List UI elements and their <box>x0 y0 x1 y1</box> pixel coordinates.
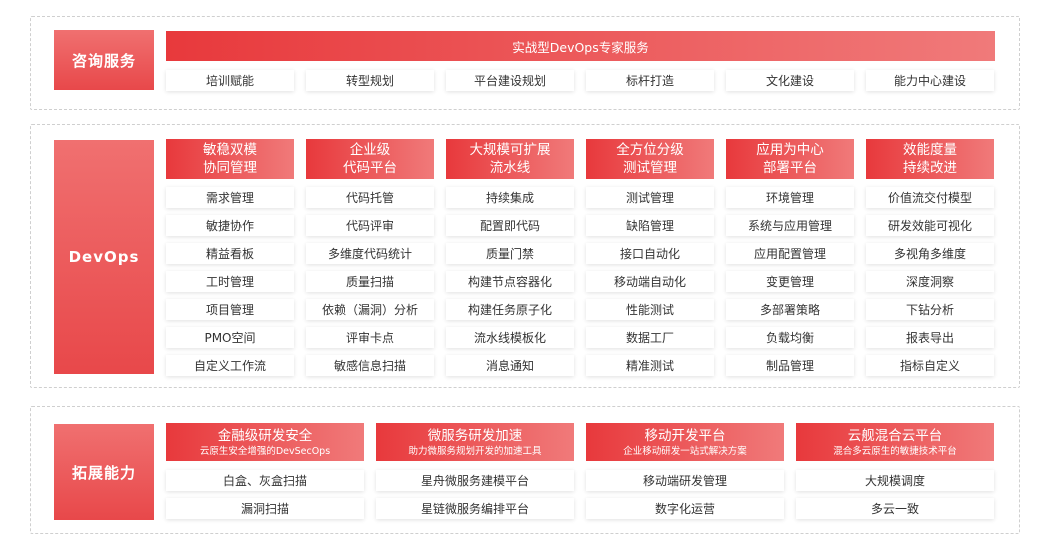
devops-item: 构建任务原子化 <box>446 299 574 320</box>
extension-item: 星舟微服务建模平台 <box>376 470 574 491</box>
devops-column-title-line: 协同管理 <box>203 160 257 176</box>
devops-item: 构建节点容器化 <box>446 271 574 292</box>
devops-item: 质量门禁 <box>446 243 574 264</box>
extension-column-title: 金融级研发安全 <box>217 427 313 444</box>
devops-item: 依赖（漏洞）分析 <box>306 299 434 320</box>
consulting-item: 能力中心建设 <box>866 70 994 91</box>
devops-label: DevOps <box>54 140 154 374</box>
devops-item: 负载均衡 <box>726 327 854 348</box>
extension-item: 多云一致 <box>796 498 994 519</box>
devops-item: 制品管理 <box>726 355 854 376</box>
devops-column-title-line: 测试管理 <box>623 160 677 176</box>
devops-column-title-line: 持续改进 <box>903 160 957 176</box>
extension-item: 移动端研发管理 <box>586 470 784 491</box>
devops-column-title-line: 应用为中心 <box>756 142 824 158</box>
devops-column-title-line: 代码平台 <box>343 160 397 176</box>
extension-item: 白盒、灰盒扫描 <box>166 470 364 491</box>
devops-column-title-line: 企业级 <box>349 142 391 158</box>
devops-item: 多视角多维度 <box>866 243 994 264</box>
devops-item: 性能测试 <box>586 299 714 320</box>
devops-item: 下钻分析 <box>866 299 994 320</box>
consulting-item: 转型规划 <box>306 70 434 91</box>
extension-item: 大规模调度 <box>796 470 994 491</box>
devops-column-title-line: 敏稳双模 <box>203 142 257 158</box>
devops-item: 多维度代码统计 <box>306 243 434 264</box>
devops-column-title-line: 大规模可扩展 <box>469 142 551 158</box>
devops-item: 测试管理 <box>586 187 714 208</box>
consulting-banner: 实战型DevOps专家服务 <box>166 31 995 61</box>
extension-column-header: 微服务研发加速 助力微服务规划开发的加速工具 <box>376 423 574 461</box>
extension-item: 数字化运营 <box>586 498 784 519</box>
devops-item: 精准测试 <box>586 355 714 376</box>
devops-item: 持续集成 <box>446 187 574 208</box>
devops-item: 消息通知 <box>446 355 574 376</box>
extension-label: 拓展能力 <box>54 424 154 520</box>
devops-column-header: 企业级 代码平台 <box>306 139 434 179</box>
extension-column-subtitle: 助力微服务规划开发的加速工具 <box>408 445 542 457</box>
devops-column-header: 全方位分级 测试管理 <box>586 139 714 179</box>
devops-item: 敏感信息扫描 <box>306 355 434 376</box>
devops-column-title-line: 流水线 <box>489 160 531 176</box>
devops-item: 价值流交付模型 <box>866 187 994 208</box>
devops-item: 报表导出 <box>866 327 994 348</box>
devops-column-header: 大规模可扩展 流水线 <box>446 139 574 179</box>
devops-item: PMO空间 <box>166 327 294 348</box>
devops-item: 需求管理 <box>166 187 294 208</box>
devops-item: 流水线模板化 <box>446 327 574 348</box>
devops-item: 研发效能可视化 <box>866 215 994 236</box>
extension-column-header: 云舰混合云平台 混合多云原生的敏捷技术平台 <box>796 423 994 461</box>
consulting-item: 文化建设 <box>726 70 854 91</box>
devops-item: 数据工厂 <box>586 327 714 348</box>
devops-item: 代码托管 <box>306 187 434 208</box>
devops-item: 质量扫描 <box>306 271 434 292</box>
extension-item: 星链微服务编排平台 <box>376 498 574 519</box>
devops-item: 工时管理 <box>166 271 294 292</box>
consulting-item: 平台建设规划 <box>446 70 574 91</box>
devops-column-title-line: 效能度量 <box>903 142 957 158</box>
extension-column-subtitle: 混合多云原生的敏捷技术平台 <box>833 445 957 457</box>
devops-item: 精益看板 <box>166 243 294 264</box>
consulting-item: 培训赋能 <box>166 70 294 91</box>
devops-item: 环境管理 <box>726 187 854 208</box>
devops-item: 敏捷协作 <box>166 215 294 236</box>
extension-item: 漏洞扫描 <box>166 498 364 519</box>
devops-column-header: 敏稳双模 协同管理 <box>166 139 294 179</box>
devops-item: 代码评审 <box>306 215 434 236</box>
devops-column-header: 应用为中心 部署平台 <box>726 139 854 179</box>
extension-column-title: 微服务研发加速 <box>427 427 523 444</box>
devops-item: 接口自动化 <box>586 243 714 264</box>
consulting-item: 标杆打造 <box>586 70 714 91</box>
extension-column-title: 移动开发平台 <box>644 427 726 444</box>
extension-column-header: 金融级研发安全 云原生安全增强的DevSecOps <box>166 423 364 461</box>
consulting-label: 咨询服务 <box>54 30 154 90</box>
devops-column-header: 效能度量 持续改进 <box>866 139 994 179</box>
extension-column-title: 云舰混合云平台 <box>847 427 943 444</box>
devops-item: 应用配置管理 <box>726 243 854 264</box>
devops-column-title-line: 全方位分级 <box>616 142 684 158</box>
devops-item: 变更管理 <box>726 271 854 292</box>
devops-item: 项目管理 <box>166 299 294 320</box>
devops-item: 缺陷管理 <box>586 215 714 236</box>
devops-column-title-line: 部署平台 <box>763 160 817 176</box>
extension-column-header: 移动开发平台 企业移动研发一站式解决方案 <box>586 423 784 461</box>
devops-item: 配置即代码 <box>446 215 574 236</box>
devops-item: 指标自定义 <box>866 355 994 376</box>
devops-item: 评审卡点 <box>306 327 434 348</box>
devops-item: 多部署策略 <box>726 299 854 320</box>
devops-item: 深度洞察 <box>866 271 994 292</box>
extension-column-subtitle: 云原生安全增强的DevSecOps <box>199 445 331 457</box>
devops-item: 移动端自动化 <box>586 271 714 292</box>
devops-item: 自定义工作流 <box>166 355 294 376</box>
extension-column-subtitle: 企业移动研发一站式解决方案 <box>623 445 747 457</box>
devops-item: 系统与应用管理 <box>726 215 854 236</box>
